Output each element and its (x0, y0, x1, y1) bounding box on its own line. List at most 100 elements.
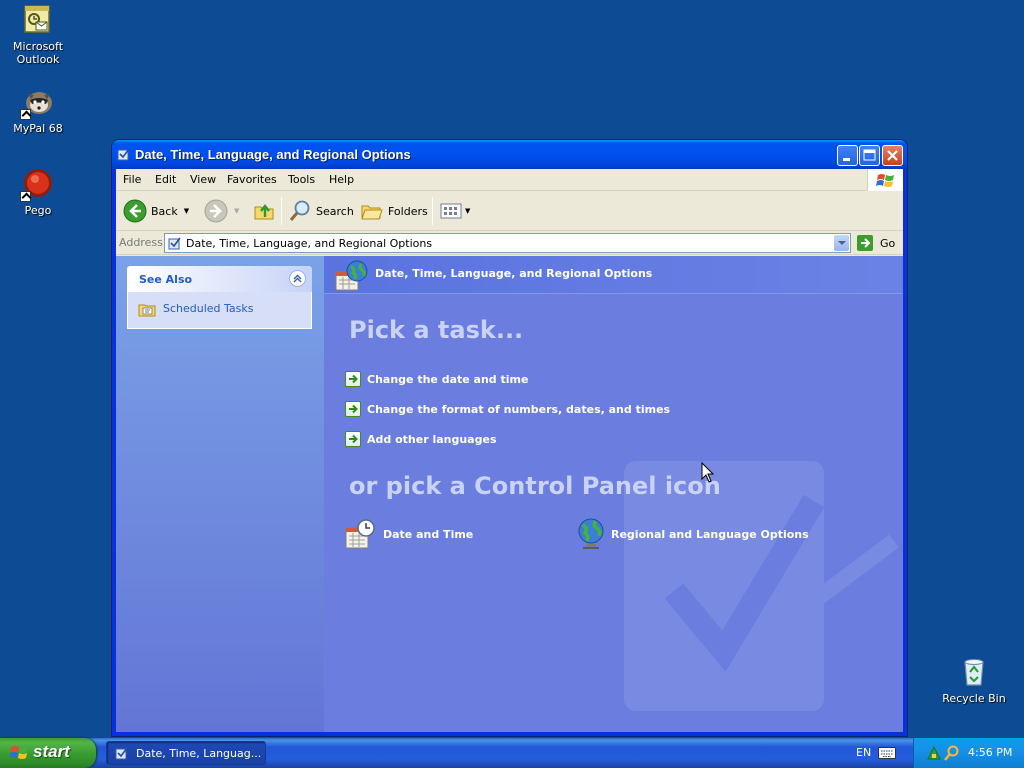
collapse-chevron-icon[interactable] (289, 270, 306, 287)
start-button[interactable]: start (0, 738, 96, 768)
go-arrow-icon (857, 235, 873, 251)
back-arrow-icon (123, 199, 147, 223)
pego-desktop-icon[interactable]: Pego (0, 168, 76, 217)
menu-tools[interactable]: Tools (288, 173, 315, 186)
back-button[interactable]: Back ▼ (123, 197, 189, 225)
search-label: Search (316, 204, 354, 218)
clock[interactable]: 4:56 PM (968, 746, 1012, 759)
windows-logo-icon (867, 169, 903, 191)
task-label: Change the date and time (367, 372, 529, 386)
go-label: Go (880, 236, 896, 250)
maximize-button[interactable] (859, 145, 880, 166)
search-button[interactable]: Search (288, 197, 354, 225)
back-label: Back (151, 204, 178, 218)
toolbar-separator (432, 197, 433, 225)
task-arrow-icon (345, 371, 361, 387)
mypal-desktop-icon[interactable]: MyPal 68 (0, 86, 76, 135)
address-input[interactable]: Date, Time, Language, and Regional Optio… (164, 233, 851, 253)
pick-icon-heading: or pick a Control Panel icon (349, 472, 721, 500)
task-label: Change the format of numbers, dates, and… (367, 402, 671, 416)
mypal-label: MyPal 68 (13, 122, 63, 135)
address-value: Date, Time, Language, and Regional Optio… (186, 237, 433, 250)
scheduled-tasks-icon (138, 304, 156, 317)
taskbar: start Date, Time, Languag... EN 4:56 PM (0, 738, 1024, 768)
task-arrow-icon (345, 401, 361, 417)
windows-flag-icon (10, 746, 28, 759)
outlook-icon (22, 4, 54, 36)
close-button[interactable] (882, 145, 903, 166)
regional-language-options-label: Regional and Language Options (611, 527, 809, 541)
task-add-languages[interactable]: Add other languages (345, 430, 497, 448)
recycle-bin-desktop-icon[interactable]: Recycle Bin (936, 656, 1012, 705)
address-dropdown-button[interactable] (834, 235, 849, 251)
control-panel-icon (117, 148, 130, 161)
task-change-format[interactable]: Change the format of numbers, dates, and… (345, 400, 670, 418)
chevron-down-icon[interactable]: ▼ (184, 207, 189, 215)
search-tray-icon[interactable] (944, 745, 960, 761)
see-also-title: See Also (139, 273, 193, 286)
control-panel-window: Date, Time, Language, and Regional Optio… (112, 140, 907, 736)
taskbar-window-item[interactable]: Date, Time, Languag... (106, 741, 266, 765)
content-header-title: Date, Time, Language, and Regional Optio… (375, 267, 653, 280)
content-pane: Date, Time, Language, and Regional Optio… (324, 256, 903, 732)
menu-bar: File Edit View Favorites Tools Help (116, 169, 903, 191)
up-folder-icon (254, 204, 274, 220)
date-and-time-label: Date and Time (383, 527, 474, 541)
chevron-down-icon[interactable]: ▼ (465, 207, 470, 215)
pego-label: Pego (24, 204, 52, 217)
globe-icon (578, 518, 604, 549)
chevron-down-icon[interactable]: ▼ (234, 207, 239, 215)
see-also-body: Scheduled Tasks (127, 292, 312, 329)
scheduled-tasks-link[interactable]: Scheduled Tasks (163, 302, 254, 315)
title-bar[interactable]: Date, Time, Language, and Regional Optio… (112, 140, 907, 169)
outlook-label: Microsoft Outlook (12, 40, 64, 66)
control-panel-icon (115, 747, 128, 760)
shortcut-arrow-icon (20, 191, 31, 202)
content-header: Date, Time, Language, and Regional Optio… (324, 256, 903, 294)
window-title: Date, Time, Language, and Regional Optio… (135, 147, 411, 162)
regional-language-options-item[interactable]: Regional and Language Options (577, 518, 809, 550)
recycle-bin-label: Recycle Bin (942, 692, 1006, 705)
network-tray-icon[interactable] (926, 745, 942, 761)
see-also-header[interactable]: See Also (127, 266, 312, 292)
mouse-cursor-icon (701, 462, 715, 483)
outlook-desktop-icon[interactable]: Microsoft Outlook (0, 4, 76, 66)
menu-edit[interactable]: Edit (155, 173, 176, 186)
task-arrow-icon (345, 431, 361, 447)
task-label: Add other languages (367, 432, 497, 446)
folders-icon (361, 205, 383, 220)
pego-icon (20, 168, 54, 202)
minimize-button[interactable] (837, 145, 858, 166)
keyboard-icon[interactable] (878, 747, 896, 759)
views-button[interactable]: ▼ (439, 197, 470, 225)
folders-button[interactable]: Folders (360, 197, 428, 225)
menu-view[interactable]: View (190, 173, 216, 186)
shortcut-arrow-icon (20, 109, 31, 120)
window-client-area: File Edit View Favorites Tools Help Back… (116, 169, 903, 732)
menu-favorites[interactable]: Favorites (227, 173, 277, 186)
search-icon (289, 200, 310, 221)
views-icon (440, 203, 462, 219)
language-indicator[interactable]: EN (856, 746, 871, 759)
start-label: start (33, 742, 70, 761)
address-bar: Address Date, Time, Language, and Region… (116, 231, 903, 255)
taskbar-window-label: Date, Time, Languag... (136, 747, 262, 760)
up-folder-button[interactable] (252, 197, 276, 225)
control-panel-icon (168, 237, 181, 250)
forward-arrow-icon (204, 199, 228, 223)
date-time-regional-icon (335, 260, 368, 291)
forward-button[interactable]: ▼ (204, 197, 239, 225)
menu-help[interactable]: Help (329, 173, 354, 186)
system-tray: 4:56 PM (913, 738, 1024, 768)
recycle-bin-icon (958, 656, 990, 688)
go-button[interactable]: Go (856, 233, 895, 253)
folders-label: Folders (388, 204, 428, 218)
task-change-date-time[interactable]: Change the date and time (345, 370, 528, 388)
see-also-panel: See Also Scheduled Tasks (127, 266, 312, 329)
calendar-clock-icon (345, 519, 375, 549)
raccoon-icon (20, 86, 54, 120)
address-label: Address (119, 236, 163, 249)
toolbar-separator (281, 197, 282, 225)
date-and-time-item[interactable]: Date and Time (345, 518, 473, 550)
menu-file[interactable]: File (123, 173, 141, 186)
